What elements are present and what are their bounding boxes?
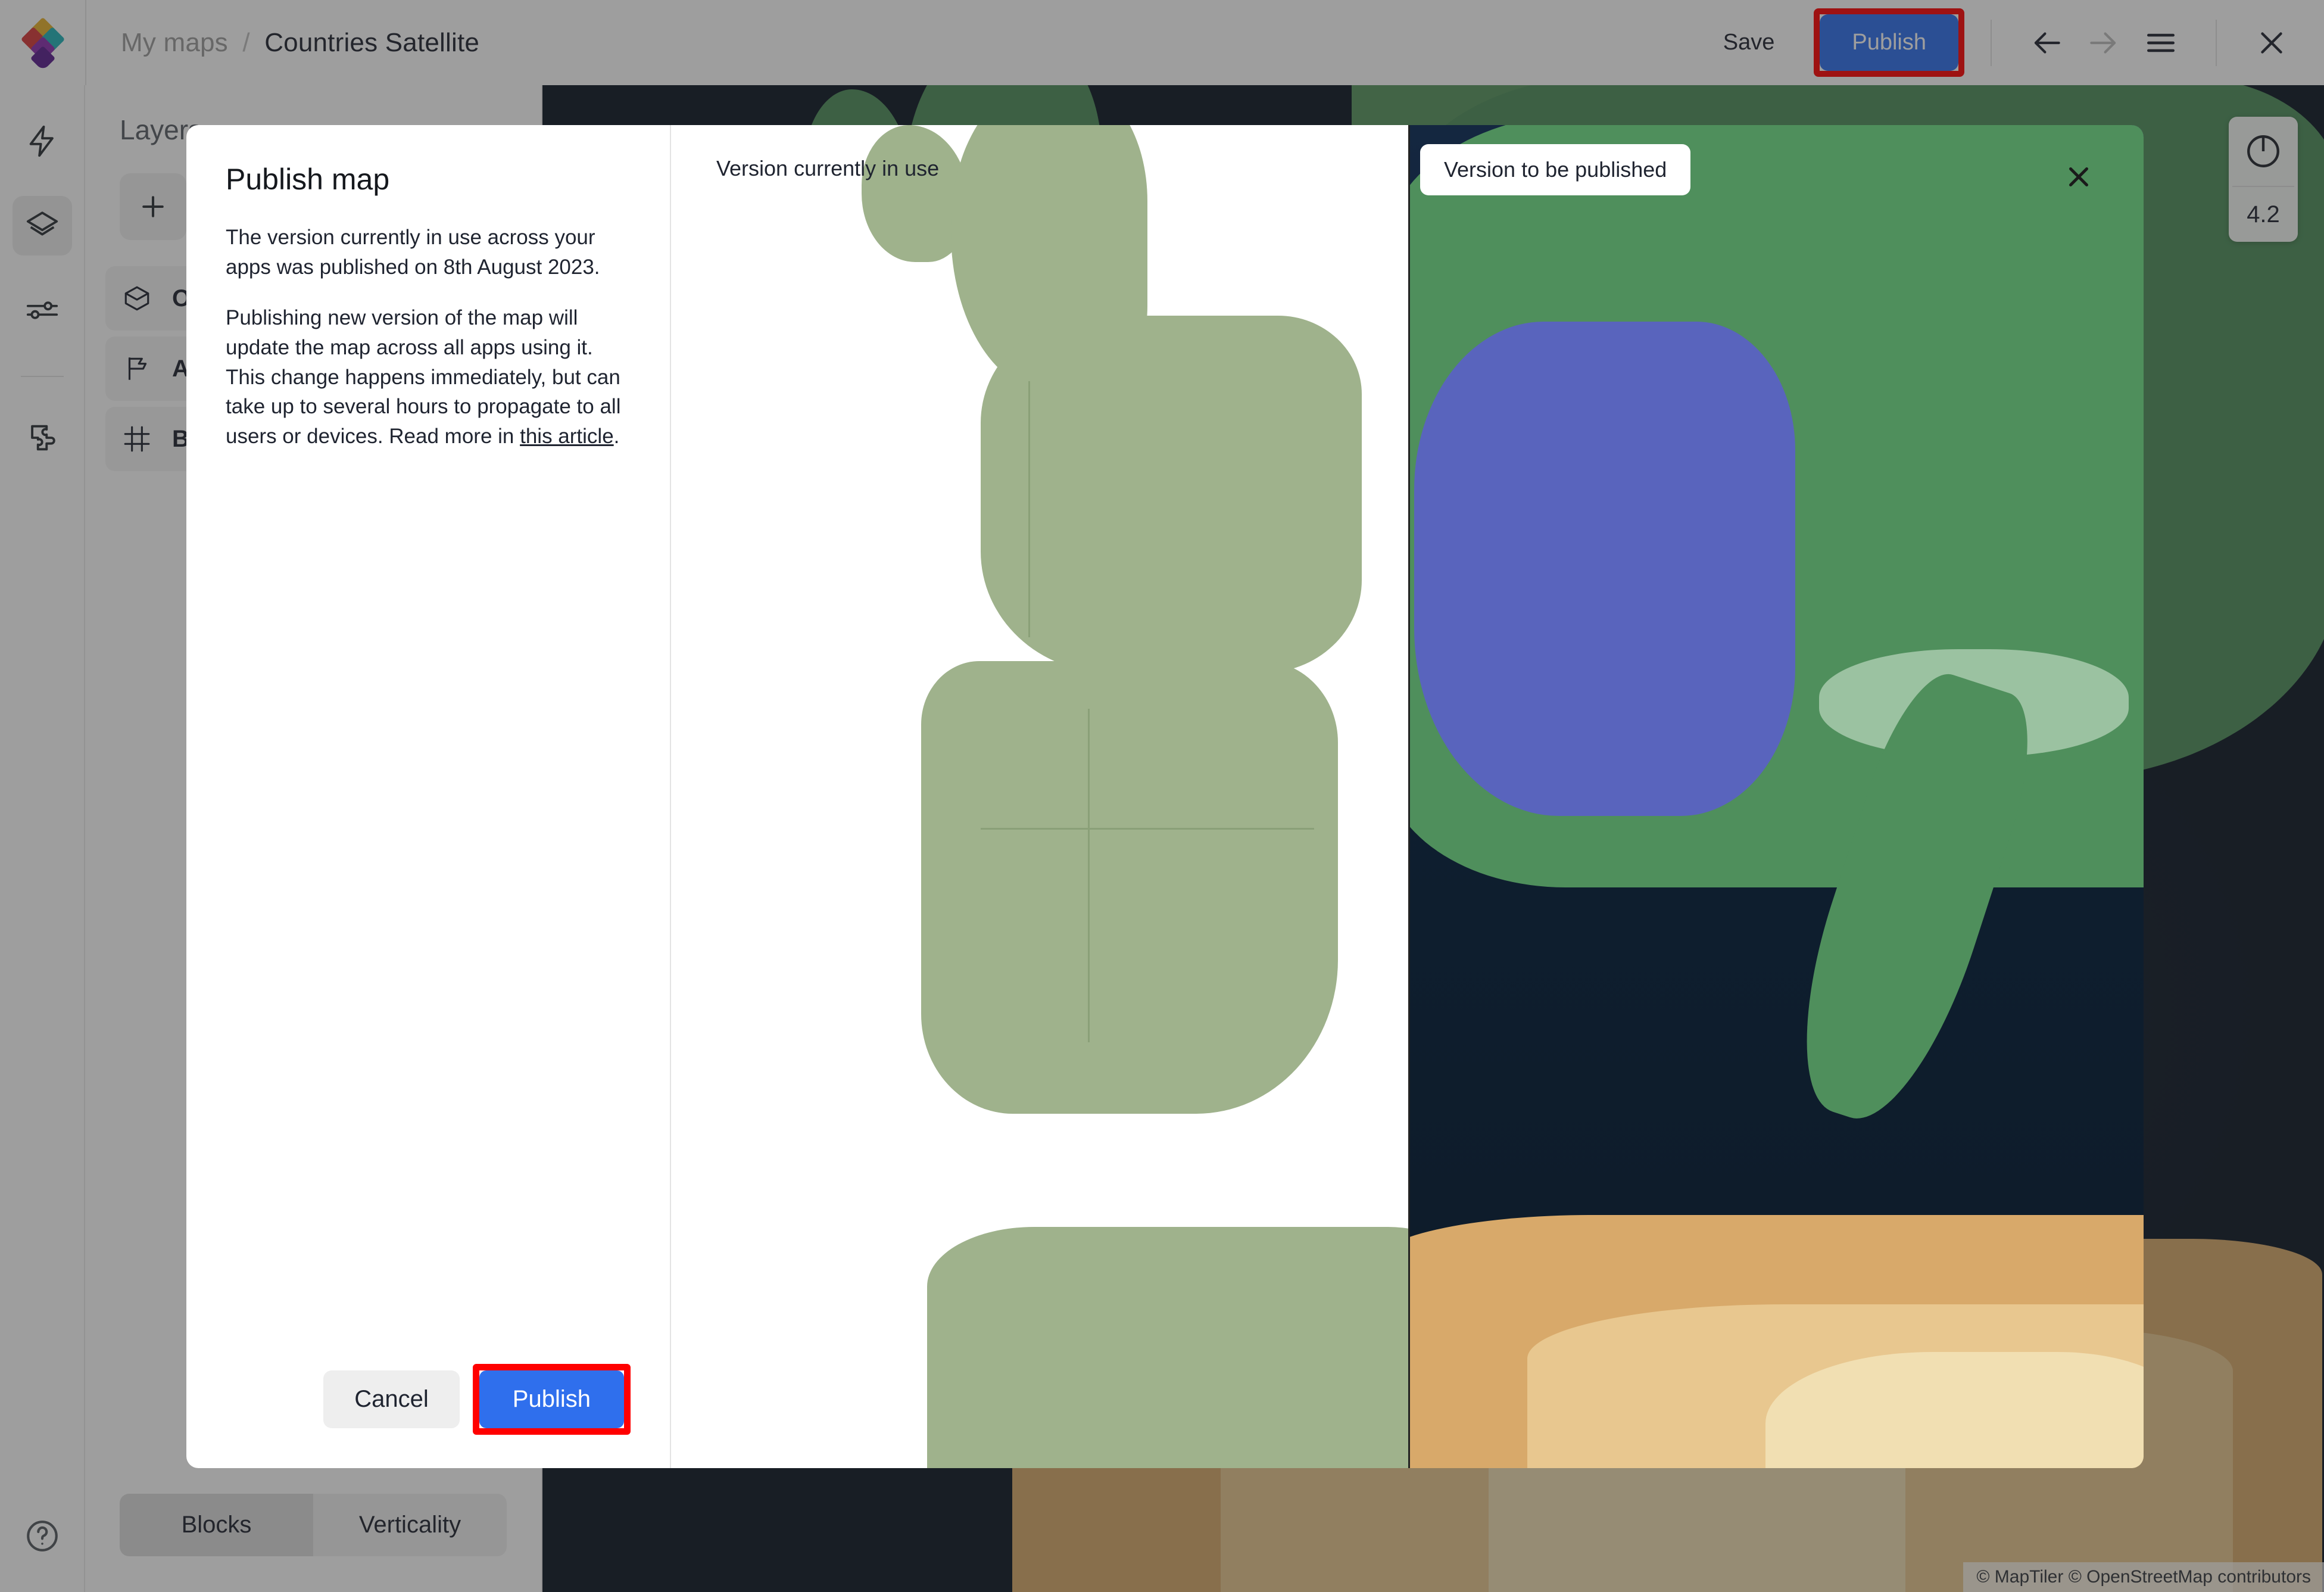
dialog-publish-highlight: Publish [472,1364,631,1435]
dialog-paragraph-2: Publishing new version of the map will u… [226,303,631,451]
dialog-title: Publish map [226,163,390,196]
dialog-actions: Cancel Publish [226,1364,631,1435]
dialog-paragraph-1: The version currently in use across your… [226,226,600,279]
flat-land-france [981,316,1362,673]
new-version-label: Version to be published [1420,144,1691,195]
new-version-preview [1408,125,2144,1468]
old-version-label: Version currently in use [716,156,940,180]
flat-boundary [1028,381,1030,637]
dialog-paragraph-2-period: . [613,425,620,448]
dialog-publish-button[interactable]: Publish [479,1370,624,1428]
comparison-split-divider[interactable] [1408,125,1410,1468]
version-comparison-pane[interactable]: Version currently in use Version to be p… [670,125,2144,1468]
app-window: 4.2 © MapTiler © OpenStreetMap contribut… [0,0,2324,1592]
flat-land-northafrica [927,1227,1408,1468]
close-icon [2069,167,2088,186]
this-article-link[interactable]: this article [520,425,614,448]
dialog-text-pane: Publish map The version currently in use… [186,125,670,1468]
flat-land-iberia [921,661,1338,1114]
old-version-preview [671,125,1408,1468]
cancel-button[interactable]: Cancel [323,1370,460,1428]
preview-land-sahara-light [1765,1352,2144,1468]
flat-boundary [1088,709,1090,1042]
preview-land-france-highlight [1414,322,1795,816]
preview-close-button[interactable] [2063,161,2095,196]
publish-map-dialog: Publish map The version currently in use… [186,125,2144,1468]
flat-boundary [981,828,1314,830]
